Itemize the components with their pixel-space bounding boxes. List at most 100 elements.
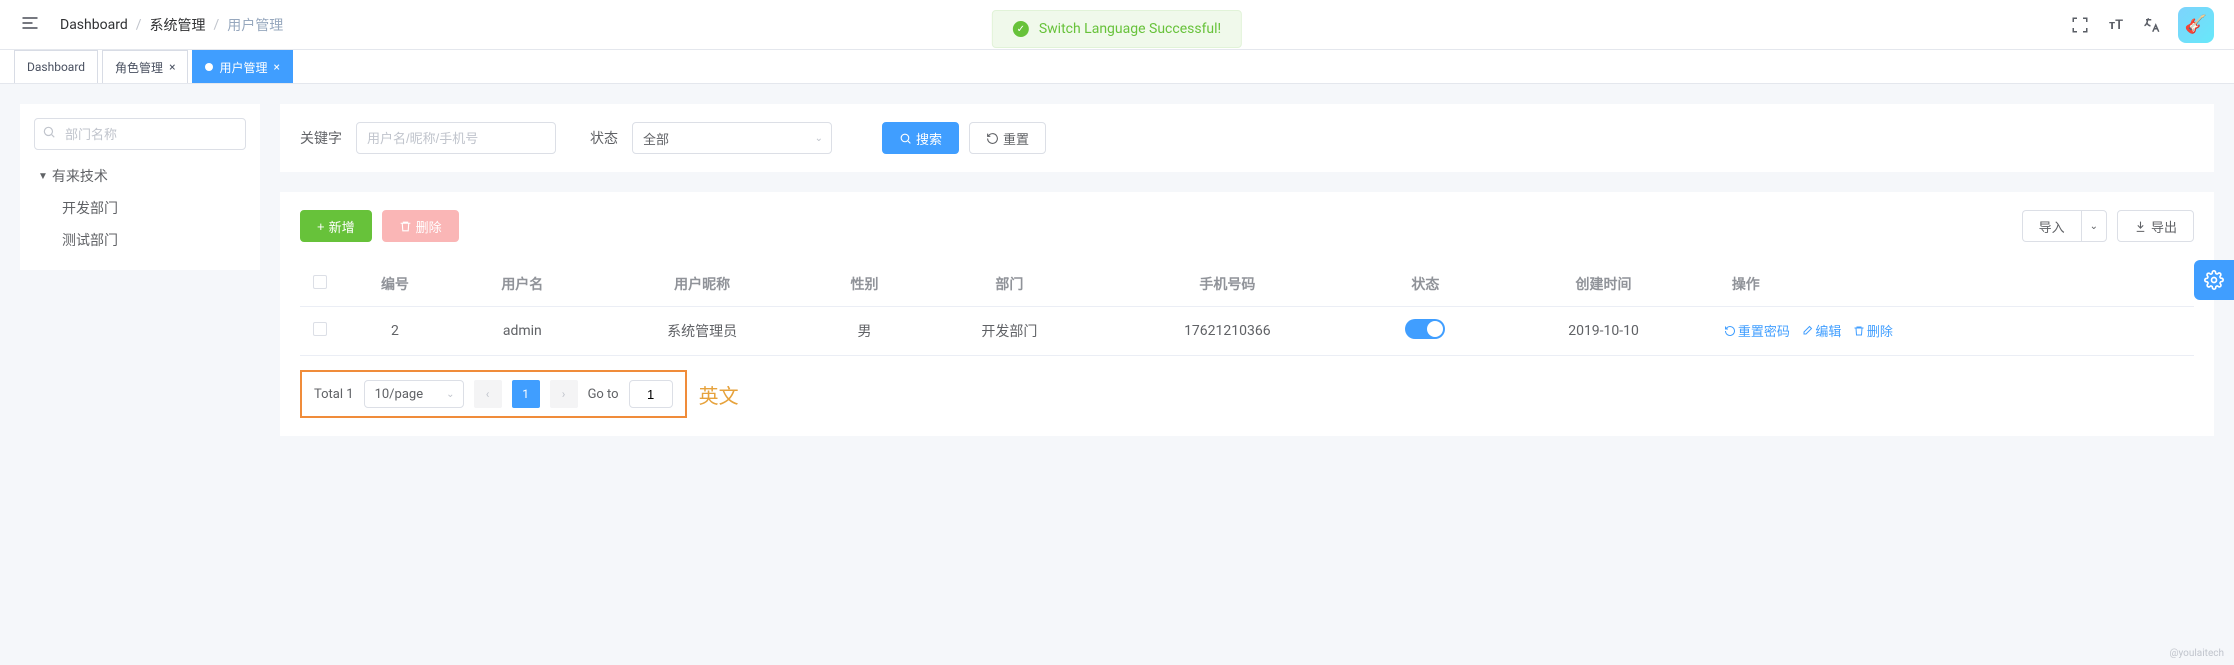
tab-user-mgmt[interactable]: 用户管理 × (192, 50, 292, 83)
status-switch[interactable] (1405, 319, 1445, 339)
th-id: 编号 (340, 262, 450, 307)
dept-search-input[interactable] (34, 118, 246, 150)
header-bar: Dashboard / 系统管理 / 用户管理 ✓ Switch Languag… (0, 0, 2234, 50)
tree-node-label: 开发部门 (62, 198, 118, 218)
cell-nickname: 系统管理员 (595, 307, 810, 356)
export-button[interactable]: 导出 (2117, 210, 2194, 242)
tab-label: Dashboard (27, 60, 85, 74)
th-status: 状态 (1355, 262, 1495, 307)
dept-tree: ▼ 有来技术 开发部门 测试部门 (34, 160, 246, 256)
filter-card: 关键字 状态 全部 ⌄ 搜索 重置 (280, 104, 2214, 172)
tab-label: 角色管理 (115, 59, 163, 76)
search-icon (42, 125, 56, 143)
tree-node-label: 测试部门 (62, 230, 118, 250)
gear-icon (2204, 270, 2224, 290)
breadcrumb-root[interactable]: Dashboard (60, 17, 128, 33)
reset-password-label: 重置密码 (1738, 321, 1790, 340)
breadcrumb: Dashboard / 系统管理 / 用户管理 (60, 15, 283, 35)
breadcrumb-sep: / (136, 17, 142, 33)
search-button-label: 搜索 (916, 129, 942, 148)
dept-sidebar: ▼ 有来技术 开发部门 测试部门 (20, 104, 260, 270)
table-card: + 新增 删除 导入 ⌄ (280, 192, 2214, 436)
breadcrumb-sep: / (214, 17, 220, 33)
page-number-button[interactable]: 1 (512, 380, 540, 408)
tabs-bar: Dashboard 角色管理 × 用户管理 × (0, 50, 2234, 84)
edit-link[interactable]: 编辑 (1801, 321, 1841, 340)
row-delete-label: 删除 (1867, 321, 1893, 340)
toast-message: Switch Language Successful! (1039, 21, 1221, 37)
status-value: 全部 (643, 129, 669, 148)
export-button-label: 导出 (2151, 217, 2177, 236)
tree-node-dev[interactable]: 开发部门 (34, 192, 246, 224)
th-username: 用户名 (450, 262, 595, 307)
page-size-value: 10/page (375, 387, 424, 402)
page-prev-button[interactable]: ‹ (474, 380, 502, 408)
pagination-total: Total 1 (314, 387, 354, 402)
page-next-button[interactable]: › (550, 380, 578, 408)
breadcrumb-l2: 用户管理 (227, 15, 283, 35)
settings-float-button[interactable] (2194, 260, 2234, 300)
reset-button[interactable]: 重置 (969, 122, 1046, 154)
reset-password-link[interactable]: 重置密码 (1724, 321, 1790, 340)
check-icon: ✓ (1013, 21, 1029, 37)
font-size-icon[interactable]: ᴛT (2106, 15, 2126, 35)
delete-button[interactable]: 删除 (382, 210, 459, 242)
cell-phone: 17621210366 (1099, 307, 1355, 356)
tab-role-mgmt[interactable]: 角色管理 × (102, 50, 188, 83)
breadcrumb-l1[interactable]: 系统管理 (150, 15, 206, 35)
cell-gender: 男 (810, 307, 920, 356)
close-icon[interactable]: × (273, 60, 279, 74)
delete-button-label: 删除 (416, 217, 442, 236)
import-button-label: 导入 (2039, 217, 2065, 236)
caret-down-icon: ▼ (38, 171, 48, 182)
row-delete-link[interactable]: 删除 (1853, 321, 1893, 340)
cell-dept: 开发部门 (919, 307, 1099, 356)
import-dropdown-toggle[interactable]: ⌄ (2081, 210, 2107, 242)
page-size-select[interactable]: 10/page ⌄ (364, 380, 464, 408)
tree-node-root[interactable]: ▼ 有来技术 (34, 160, 246, 192)
language-icon[interactable] (2142, 15, 2162, 35)
th-phone: 手机号码 (1099, 262, 1355, 307)
edit-label: 编辑 (1815, 321, 1841, 340)
cell-created: 2019-10-10 (1495, 307, 1712, 356)
pagination: Total 1 10/page ⌄ ‹ 1 › Go to (300, 370, 687, 418)
goto-input[interactable] (629, 380, 673, 408)
table-row: 2 admin 系统管理员 男 开发部门 17621210366 2019-10… (300, 307, 2194, 356)
annotation-text: 英文 (699, 380, 739, 409)
th-created: 创建时间 (1495, 262, 1712, 307)
search-button[interactable]: 搜索 (882, 122, 959, 154)
row-checkbox[interactable] (313, 322, 327, 336)
chevron-down-icon: ⌄ (446, 389, 454, 400)
keyword-input[interactable] (356, 122, 556, 154)
add-button[interactable]: + 新增 (300, 210, 372, 242)
add-button-label: 新增 (329, 217, 355, 236)
chevron-down-icon: ⌄ (815, 133, 823, 144)
toast-success: ✓ Switch Language Successful! (992, 10, 1242, 48)
watermark: @youlaitech (2170, 648, 2224, 659)
keyword-label: 关键字 (300, 128, 342, 148)
avatar[interactable]: 🎸 (2178, 7, 2214, 43)
status-select[interactable]: 全部 ⌄ (632, 122, 832, 154)
close-icon[interactable]: × (169, 60, 175, 74)
goto-label: Go to (588, 387, 619, 402)
hamburger-menu-icon[interactable] (20, 13, 40, 37)
dept-search (34, 118, 246, 150)
tab-dashboard[interactable]: Dashboard (14, 50, 98, 83)
cell-username: admin (450, 307, 595, 356)
import-button[interactable]: 导入 (2022, 210, 2081, 242)
fullscreen-icon[interactable] (2070, 15, 2090, 35)
tree-node-test[interactable]: 测试部门 (34, 224, 246, 256)
user-table: 编号 用户名 用户昵称 性别 部门 手机号码 状态 创建时间 操作 2 (300, 262, 2194, 356)
tree-node-label: 有来技术 (52, 166, 108, 186)
tab-label: 用户管理 (219, 59, 267, 76)
chevron-down-icon: ⌄ (2090, 221, 2098, 232)
cell-id: 2 (340, 307, 450, 356)
th-dept: 部门 (919, 262, 1099, 307)
import-button-group: 导入 ⌄ (2022, 210, 2107, 242)
reset-button-label: 重置 (1003, 129, 1029, 148)
status-label: 状态 (590, 128, 618, 148)
select-all-checkbox[interactable] (313, 275, 327, 289)
th-gender: 性别 (810, 262, 920, 307)
active-dot-icon (205, 63, 213, 71)
th-ops: 操作 (1712, 262, 2194, 307)
